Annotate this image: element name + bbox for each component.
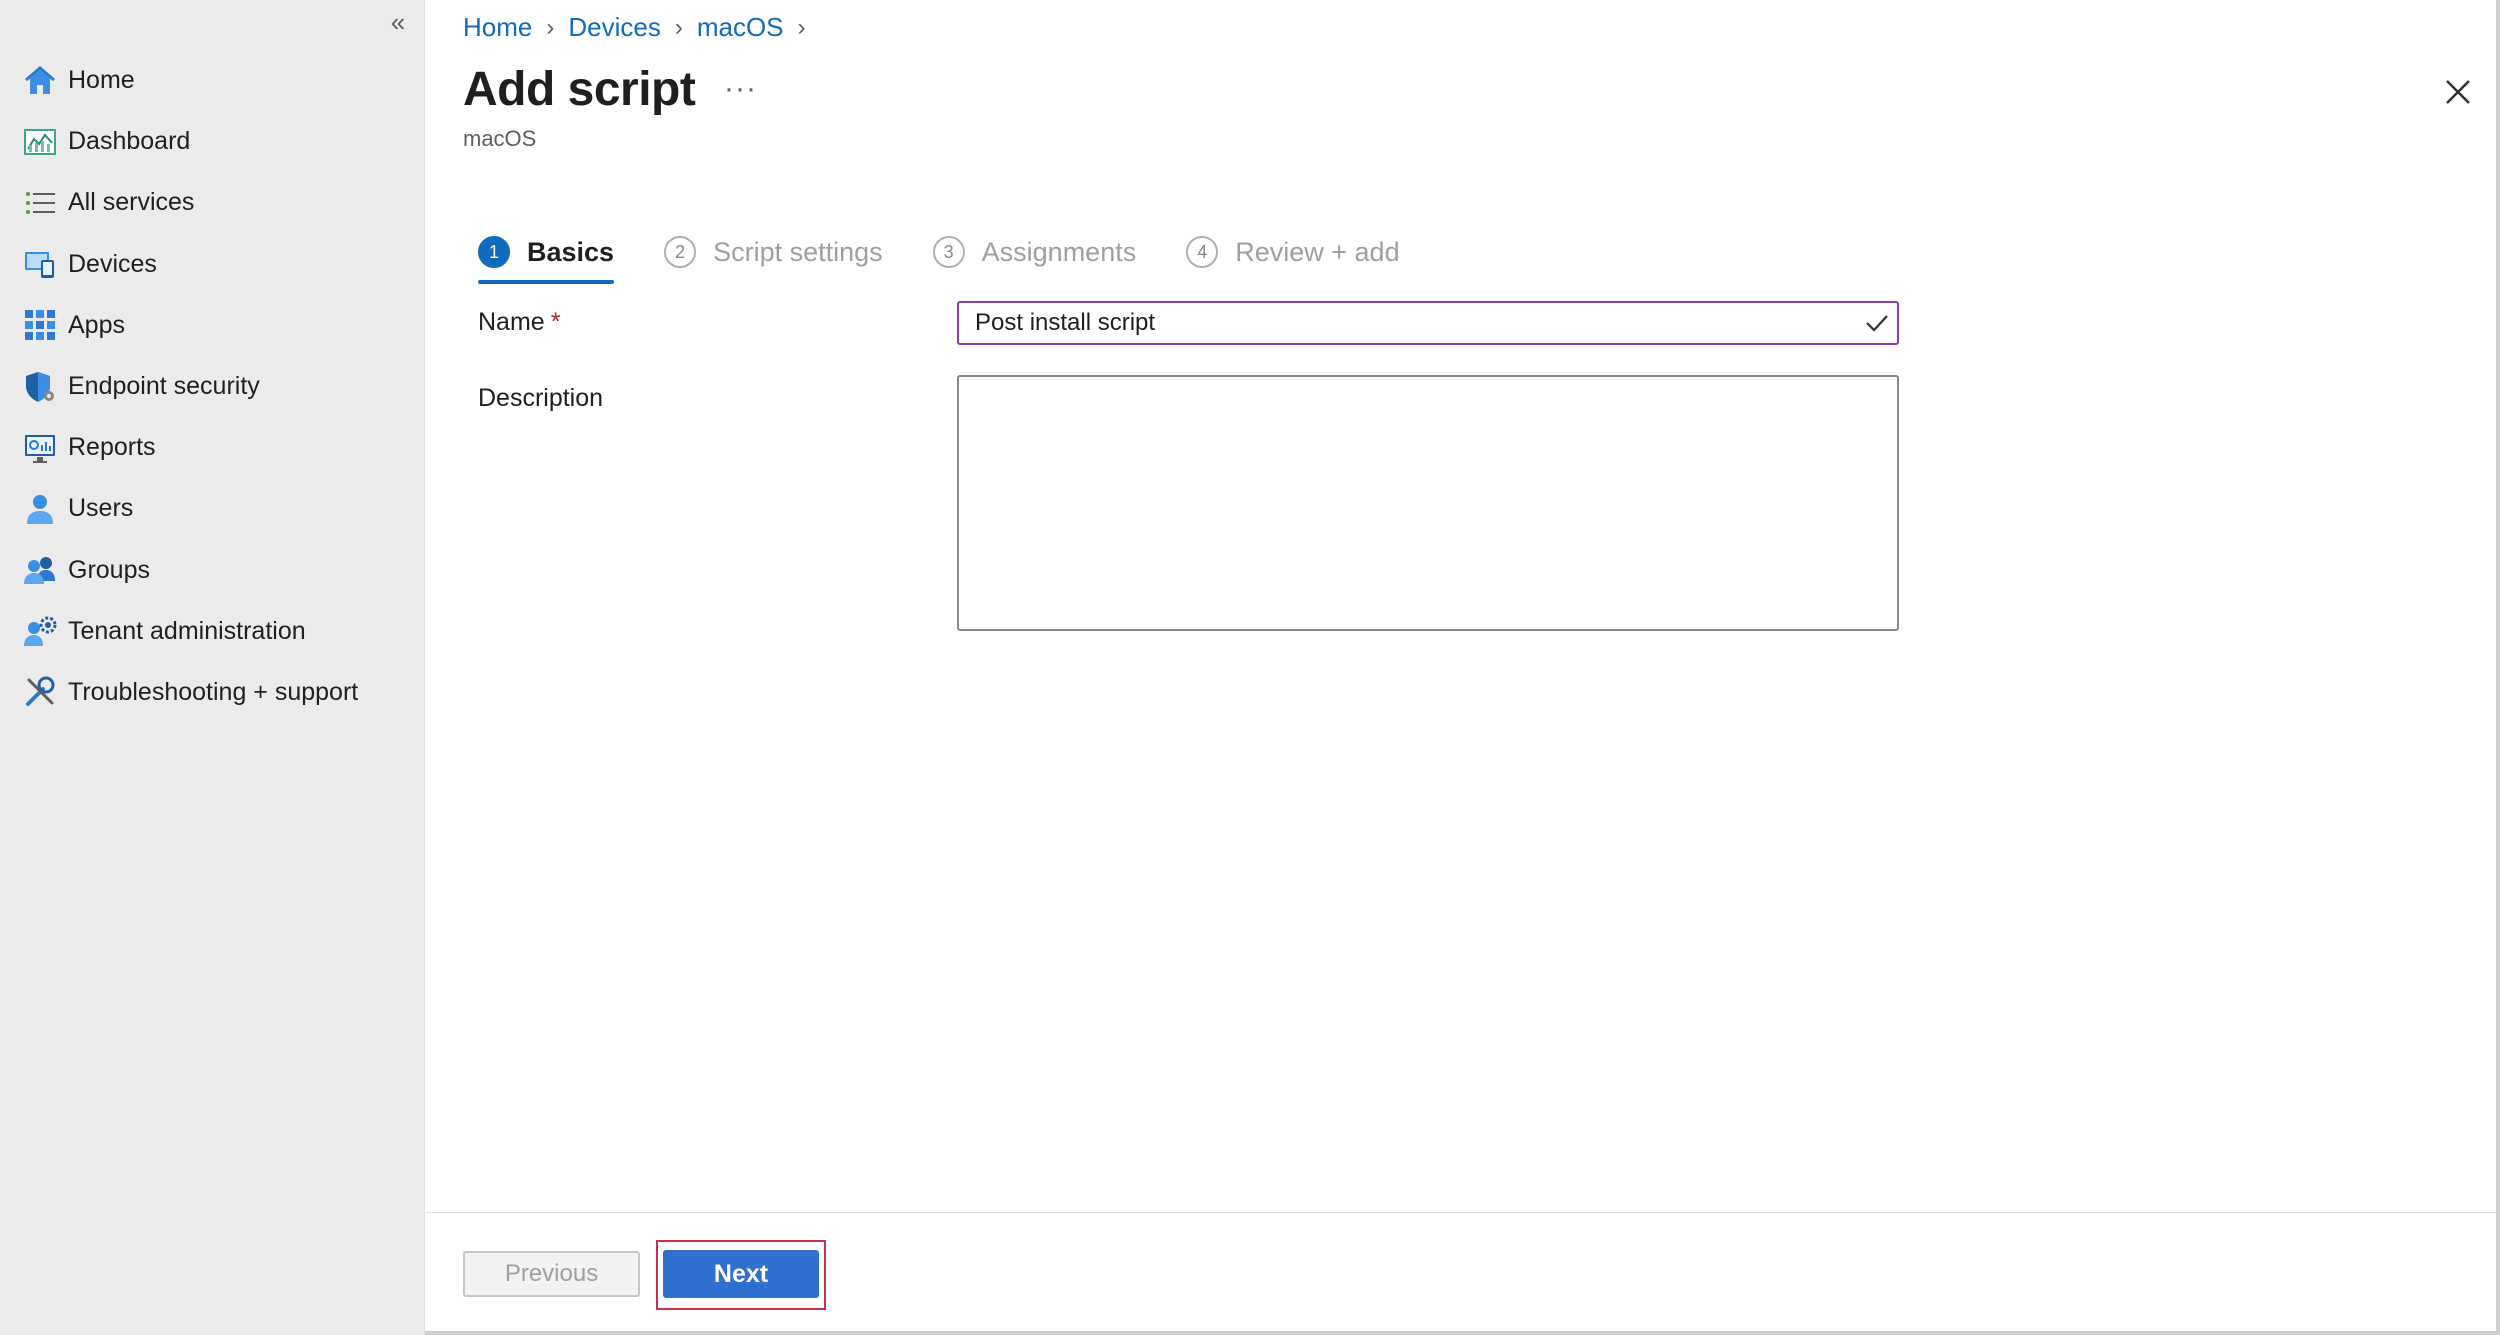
next-button[interactable]: Next [663, 1250, 819, 1298]
sidebar-item-devices[interactable]: Devices [0, 234, 425, 295]
sidebar-item-troubleshooting-support[interactable]: Troubleshooting + support [0, 662, 425, 723]
sidebar-item-label: Dashboard [68, 127, 191, 156]
sidebar-item-groups[interactable]: Groups [0, 540, 425, 601]
home-icon [22, 63, 58, 99]
sidebar-item-endpoint-security[interactable]: Endpoint security [0, 356, 425, 417]
sidebar-item-label: Groups [68, 555, 150, 584]
chevron-right-icon: › [674, 13, 683, 41]
sidebar-item-label: Tenant administration [68, 616, 306, 645]
close-icon[interactable] [2442, 76, 2474, 108]
left-nav-sidebar: « Home Dashboard All services Devices Ap… [0, 0, 425, 1335]
name-label-text: Name [478, 308, 545, 336]
name-field[interactable]: Post install script [957, 301, 1899, 345]
breadcrumb-macos[interactable]: macOS [697, 12, 784, 43]
devices-icon [22, 246, 58, 282]
nav-list: Home Dashboard All services Devices Apps… [0, 50, 425, 723]
sidebar-item-users[interactable]: Users [0, 478, 425, 539]
step-number: 2 [664, 236, 697, 268]
reports-icon [22, 430, 58, 466]
name-label: Name * [478, 308, 560, 337]
tab-review-add[interactable]: 4 Review + add [1186, 224, 1400, 280]
shield-icon [22, 369, 58, 405]
sidebar-item-label: Devices [68, 249, 157, 278]
previous-button: Previous [463, 1251, 640, 1297]
sidebar-item-home[interactable]: Home [0, 50, 425, 111]
tab-script-settings[interactable]: 2 Script settings [664, 224, 883, 280]
tab-assignments[interactable]: 3 Assignments [932, 224, 1137, 280]
page-subtitle: macOS [463, 126, 537, 151]
dashboard-icon [22, 124, 58, 160]
step-number: 1 [478, 236, 510, 268]
required-marker: * [550, 308, 561, 336]
apps-grid-icon [22, 307, 58, 343]
groups-icon [22, 552, 58, 588]
sidebar-item-label: Troubleshooting + support [68, 677, 359, 706]
tab-basics[interactable]: 1 Basics [478, 224, 615, 284]
collapse-sidebar-icon[interactable]: « [386, 8, 410, 36]
name-field-value: Post install script [975, 309, 1156, 336]
sidebar-item-reports[interactable]: Reports [0, 417, 425, 478]
sidebar-item-label: Users [68, 494, 134, 523]
step-label: Review + add [1235, 236, 1400, 267]
list-icon [22, 185, 58, 221]
chevron-right-icon: › [797, 13, 806, 41]
chevron-right-icon: › [546, 13, 555, 41]
main-panel: Home › Devices › macOS › Add script ··· … [426, 0, 2496, 1331]
sidebar-item-label: Apps [68, 310, 125, 339]
more-options-button[interactable]: ··· [724, 72, 757, 106]
wizard-steps: 1 Basics 2 Script settings 3 Assignments… [478, 224, 1450, 284]
checkmark-icon [1857, 310, 1897, 336]
step-label: Basics [527, 236, 615, 267]
page-title: Add script [463, 63, 696, 116]
breadcrumb: Home › Devices › macOS › [463, 12, 820, 43]
sidebar-item-label: All services [68, 188, 195, 217]
step-number: 3 [932, 236, 965, 268]
breadcrumb-home[interactable]: Home [463, 12, 532, 43]
footer-bar: Previous Next [426, 1212, 2496, 1331]
sidebar-item-label: Reports [68, 433, 156, 462]
sidebar-item-dashboard[interactable]: Dashboard [0, 111, 425, 172]
breadcrumb-devices[interactable]: Devices [568, 12, 660, 43]
sidebar-item-apps[interactable]: Apps [0, 295, 425, 356]
step-number: 4 [1186, 236, 1219, 268]
description-label: Description [478, 384, 604, 412]
sidebar-item-label: Home [68, 66, 135, 95]
description-field[interactable] [957, 375, 1899, 631]
user-icon [22, 491, 58, 527]
step-label: Script settings [713, 236, 883, 267]
step-label: Assignments [981, 236, 1137, 267]
tenant-gear-icon [22, 613, 58, 649]
sidebar-item-label: Endpoint security [68, 372, 260, 401]
wrench-icon [22, 674, 58, 710]
sidebar-item-tenant-administration[interactable]: Tenant administration [0, 601, 425, 662]
sidebar-item-all-services[interactable]: All services [0, 172, 425, 233]
